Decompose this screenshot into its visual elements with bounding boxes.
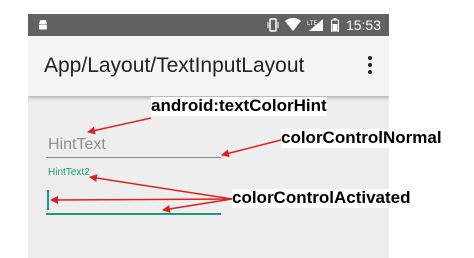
system-icons: LTE — [267, 17, 339, 33]
wifi-icon — [285, 18, 301, 31]
annotation-color-control-activated: colorControlActivated — [232, 188, 411, 208]
hint-text-1: HintText — [48, 136, 106, 153]
status-clock: 15:53 — [345, 17, 381, 33]
lte-signal-icon: LTE — [307, 19, 323, 31]
annotation-color-control-normal: colorControlNormal — [281, 128, 442, 148]
vibrate-icon — [267, 18, 279, 32]
text-cursor — [47, 190, 49, 210]
app-bar-title: App/Layout/TextInputLayout — [44, 54, 305, 77]
svg-text:LTE: LTE — [307, 21, 318, 27]
android-icon — [39, 19, 47, 30]
more-vert-icon[interactable] — [367, 56, 373, 76]
status-bar: LTE 15:53 — [28, 14, 389, 36]
floating-hint-text-2: HintText2 — [48, 167, 90, 178]
input-underline-normal — [46, 157, 221, 158]
battery-icon — [331, 18, 339, 32]
input-underline-activated — [46, 213, 221, 215]
annotation-text-color-hint: android:textColorHint — [151, 96, 327, 116]
app-bar: App/Layout/TextInputLayout — [28, 36, 389, 96]
